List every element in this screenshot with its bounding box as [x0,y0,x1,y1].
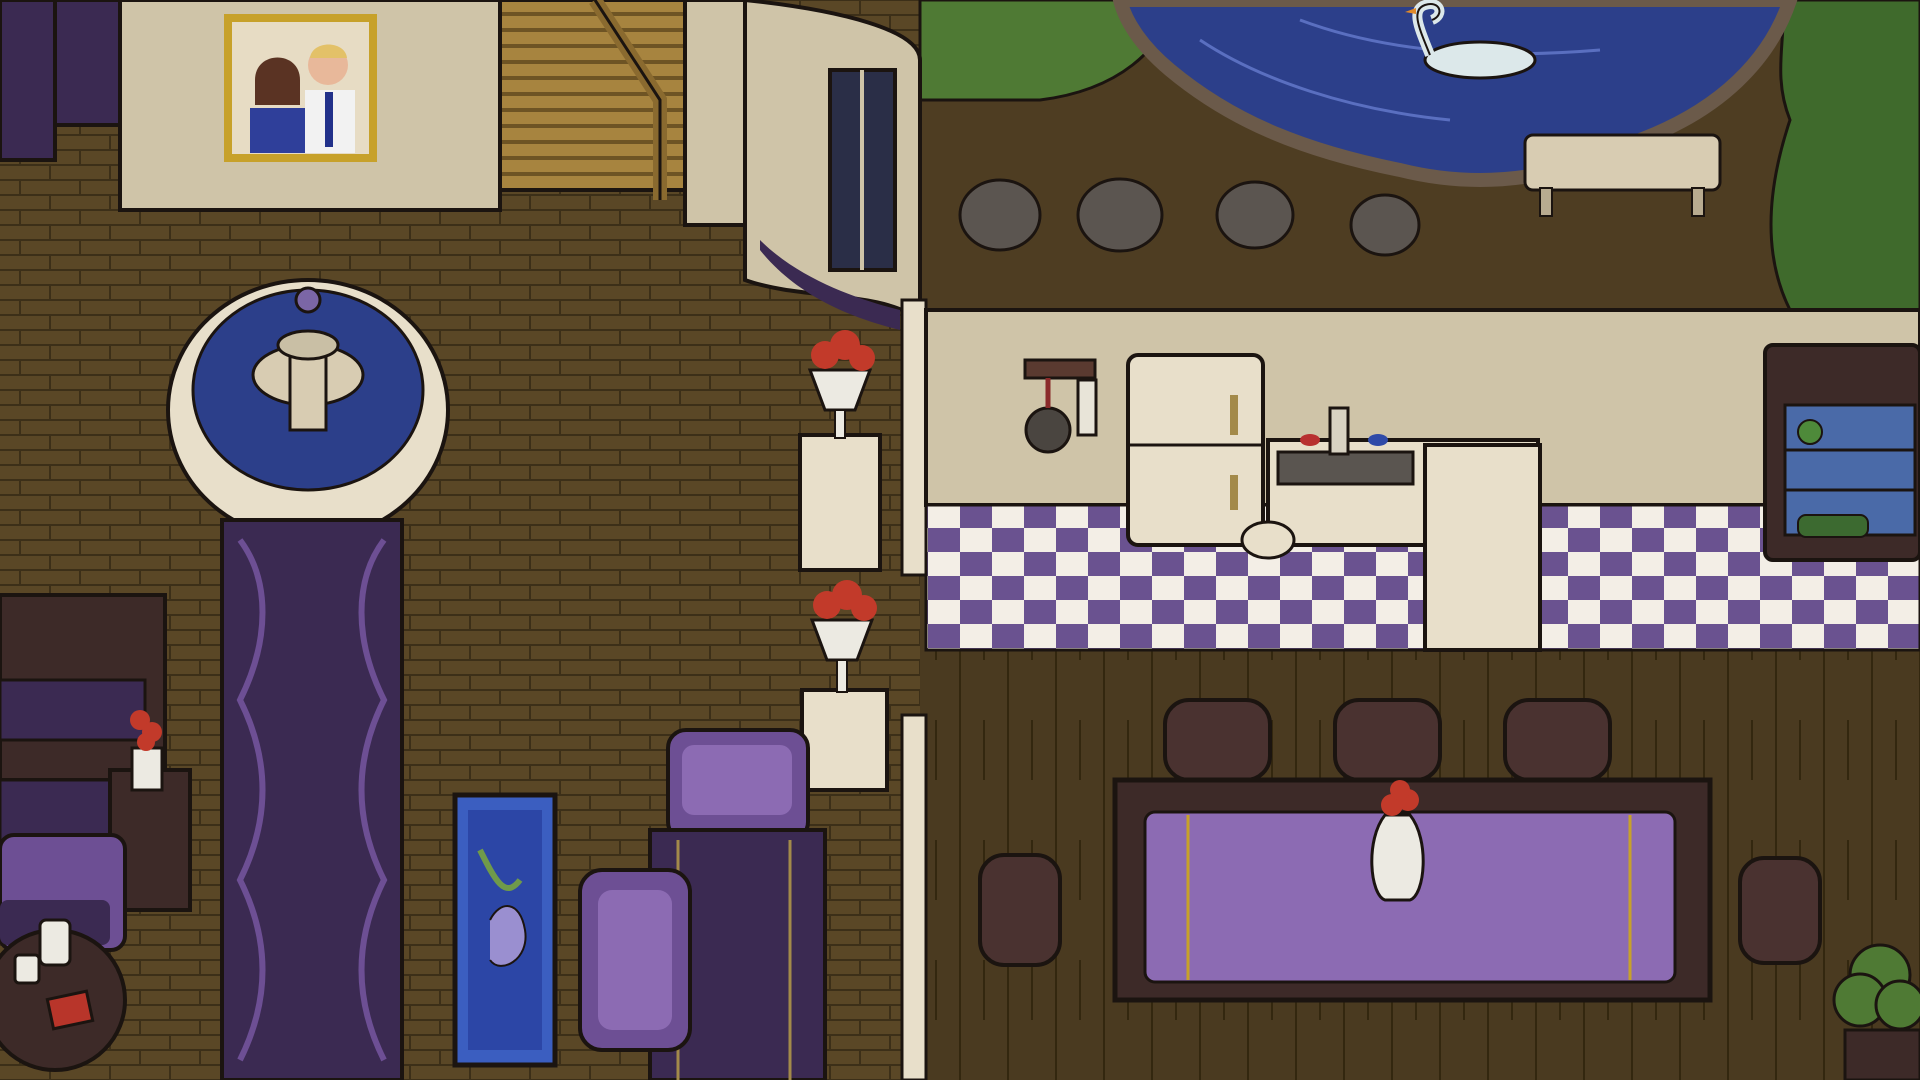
family-portrait-icon [224,14,377,162]
dining-chair[interactable] [978,853,1062,967]
fish-tank-aquarium[interactable] [452,792,558,1068]
hedge [1769,0,1920,312]
pedestal [798,433,882,572]
pitcher-icon [38,918,72,967]
kitchen-sink[interactable] [1276,450,1415,486]
wall-pillar [900,298,928,577]
purple-armchair[interactable] [578,868,692,1052]
game-scene [0,0,1920,1080]
pedestal [800,688,889,792]
purple-armchair[interactable] [666,728,810,842]
stone-fountain[interactable] [166,278,450,542]
wine-shelf[interactable] [1763,343,1920,562]
cup-icon [13,953,41,985]
garden [918,0,1920,320]
stool[interactable] [1240,520,1296,560]
book-icon[interactable] [45,989,95,1031]
purple-carpet-runner [220,518,404,1080]
dining-chair[interactable] [1333,698,1442,782]
dining-chair[interactable] [1738,856,1822,965]
wall-pillar [900,713,928,1080]
refrigerator[interactable] [1126,353,1265,547]
dining-chair[interactable] [1503,698,1612,782]
door[interactable] [0,0,57,162]
dining-chair[interactable] [1163,698,1272,782]
bay-window [743,0,922,330]
door[interactable] [53,0,122,127]
